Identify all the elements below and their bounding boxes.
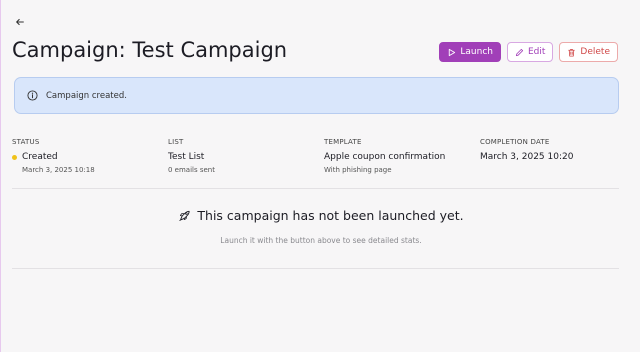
launch-label: Launch — [460, 47, 493, 57]
stat-template-sub: With phishing page — [324, 166, 392, 174]
empty-state-title-text: This campaign has not been launched yet. — [197, 208, 464, 223]
info-icon — [27, 90, 38, 101]
pencil-icon — [515, 48, 524, 56]
stat-list-label: LIST — [168, 138, 184, 146]
edit-button[interactable]: Edit — [506, 42, 554, 62]
stat-template: TEMPLATE Apple coupon confirmation With … — [324, 138, 474, 174]
launch-button[interactable]: Launch — [439, 42, 501, 62]
delete-label: Delete — [580, 47, 610, 57]
stat-completion-value: March 3, 2025 10:20 — [480, 152, 574, 162]
divider — [12, 268, 619, 269]
trash-icon — [568, 48, 576, 57]
status-dot-icon — [12, 154, 17, 160]
stat-completion: COMPLETION DATE March 3, 2025 10:20 — [480, 138, 630, 162]
stat-status-label: STATUS — [12, 138, 40, 146]
empty-state-subtitle: Launch it with the button above to see d… — [220, 236, 422, 245]
stat-list-sub: 0 emails sent — [168, 166, 215, 174]
back-button[interactable] — [11, 13, 29, 31]
rocket-icon — [179, 210, 191, 222]
alert-message: Campaign created. — [46, 90, 127, 101]
divider — [12, 188, 619, 189]
stat-list: LIST Test List 0 emails sent — [168, 138, 318, 174]
stat-template-label: TEMPLATE — [324, 138, 362, 146]
success-alert: Campaign created. — [14, 77, 619, 114]
play-icon — [449, 48, 456, 56]
stat-status-date: March 3, 2025 10:18 — [22, 166, 95, 174]
stat-status-value-row: Created — [12, 152, 162, 162]
stat-status: STATUS Created March 3, 2025 10:18 — [12, 138, 162, 174]
empty-state-title: This campaign has not been launched yet. — [1, 208, 640, 223]
back-arrow-icon — [16, 18, 24, 26]
stat-list-value: Test List — [168, 152, 205, 162]
delete-button[interactable]: Delete — [559, 42, 618, 62]
page-title: Campaign: Test Campaign — [12, 38, 288, 62]
stat-completion-label: COMPLETION DATE — [480, 138, 550, 146]
stat-status-value: Created — [22, 152, 58, 162]
stat-template-value: Apple coupon confirmation — [324, 152, 446, 162]
edit-label: Edit — [527, 47, 546, 57]
action-buttons: Launch Edit Delete — [439, 42, 618, 62]
